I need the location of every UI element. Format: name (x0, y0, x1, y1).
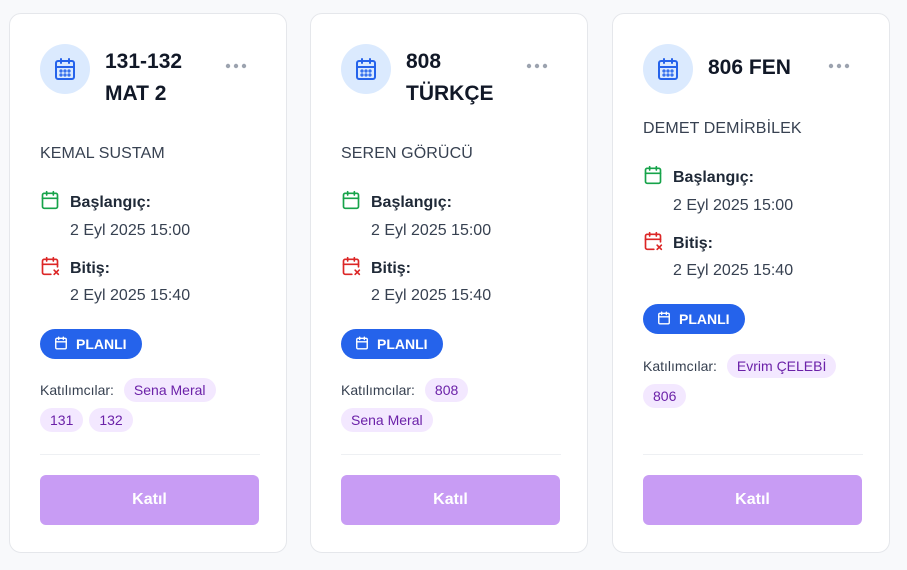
status-text: PLANLI (377, 336, 428, 352)
meeting-title: 806 FEN (708, 52, 828, 84)
participant-chip: 808 (424, 378, 469, 402)
start-time-value: 2 Eyl 2025 15:00 (673, 197, 794, 214)
status-text: PLANLI (679, 311, 730, 327)
status-badge: PLANLI (40, 329, 142, 359)
teacher-name: KEMAL SUSTAM (40, 145, 165, 162)
start-label-text: Başlangıç: (673, 168, 754, 186)
teacher-name: DEMET DEMİRBİLEK (643, 120, 802, 137)
join-button[interactable]: Katıl (40, 475, 259, 525)
start-time-value: 2 Eyl 2025 15:00 (70, 222, 191, 239)
calendar-check-icon (341, 190, 361, 215)
meeting-card: 131-132 MAT 2 KEMAL SUSTAM Başlangıç: 2 … (9, 13, 287, 553)
join-button[interactable]: Katıl (643, 475, 862, 525)
participant-chip: 806 (643, 384, 687, 408)
meeting-card: 808 TÜRKÇE SEREN GÖRÜCÜ Başlangıç: 2 Eyl… (310, 13, 588, 553)
end-time-value: 2 Eyl 2025 15:40 (371, 287, 492, 304)
participants: Katılımcılar: Sena Meral 131 132 (40, 378, 260, 438)
end-time-label: Bitiş: (341, 256, 411, 281)
meeting-card: 806 FEN DEMET DEMİRBİLEK Başlangıç: 2 Ey… (612, 13, 890, 553)
participants-label: Katılımcılar: (341, 382, 415, 398)
meeting-title-line2: TÜRKÇE (406, 82, 494, 105)
more-options-icon[interactable] (827, 56, 851, 76)
participants-label: Katılımcılar: (40, 382, 114, 398)
end-label-text: Bitiş: (673, 234, 713, 252)
join-button[interactable]: Katıl (341, 475, 560, 525)
calendar-icon (54, 335, 68, 353)
participant-chip: Sena Meral (341, 408, 433, 432)
meeting-title-line1: 808 (406, 50, 442, 73)
end-time-value: 2 Eyl 2025 15:40 (673, 262, 794, 279)
divider (341, 454, 561, 455)
status-badge: PLANLI (643, 304, 745, 334)
participant-chip: 132 (89, 408, 133, 432)
end-label-text: Bitiş: (371, 259, 411, 277)
calendar-x-icon (643, 231, 663, 256)
end-time-value: 2 Eyl 2025 15:40 (70, 287, 191, 304)
status-badge: PLANLI (341, 329, 443, 359)
calendar-check-icon (40, 190, 60, 215)
participant-chip: 131 (40, 408, 84, 432)
calendar-x-icon (341, 256, 361, 281)
participants: Katılımcılar: 808 Sena Meral (341, 378, 561, 438)
meeting-title: 131-132 MAT 2 (105, 46, 225, 110)
meeting-title-line2: MAT 2 (105, 82, 167, 105)
end-time-label: Bitiş: (40, 256, 110, 281)
calendar-x-icon (40, 256, 60, 281)
calendar-icon (40, 44, 90, 94)
start-time-value: 2 Eyl 2025 15:00 (371, 222, 492, 239)
meeting-title: 808 TÜRKÇE (406, 46, 526, 110)
participants: Katılımcılar: Evrim ÇELEBİ 806 (643, 354, 863, 414)
end-time-label: Bitiş: (643, 231, 713, 256)
more-options-icon[interactable] (525, 56, 549, 76)
teacher-name: SEREN GÖRÜCÜ (341, 145, 473, 162)
divider (40, 454, 260, 455)
calendar-icon (355, 335, 369, 353)
participants-label: Katılımcılar: (643, 358, 717, 374)
calendar-icon (341, 44, 391, 94)
meeting-title-line1: 131-132 (105, 50, 183, 73)
calendar-icon (643, 44, 693, 94)
calendar-check-icon (643, 165, 663, 190)
participant-chip: Sena Meral (123, 378, 216, 402)
start-time-label: Başlangıç: (341, 190, 452, 215)
meeting-title-line1: 806 FEN (708, 56, 791, 79)
start-label-text: Başlangıç: (70, 193, 151, 211)
calendar-icon (657, 310, 671, 328)
start-label-text: Başlangıç: (371, 193, 452, 211)
end-label-text: Bitiş: (70, 259, 110, 277)
participant-chip: Evrim ÇELEBİ (726, 354, 837, 378)
start-time-label: Başlangıç: (40, 190, 151, 215)
more-options-icon[interactable] (224, 56, 248, 76)
status-text: PLANLI (76, 336, 127, 352)
divider (643, 454, 863, 455)
start-time-label: Başlangıç: (643, 165, 754, 190)
